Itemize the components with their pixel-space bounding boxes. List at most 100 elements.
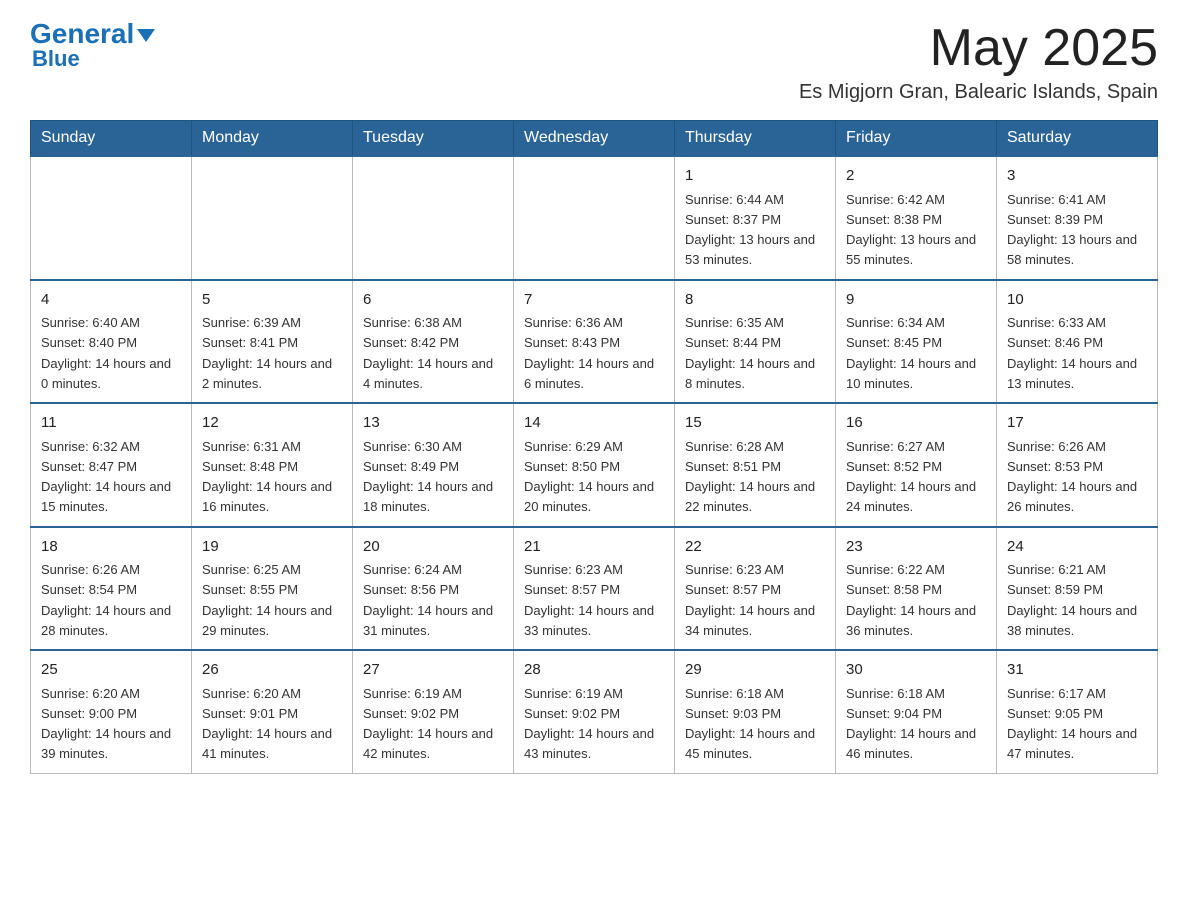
table-row: 23Sunrise: 6:22 AMSunset: 8:58 PMDayligh…	[836, 527, 997, 651]
logo-triangle-icon	[137, 29, 155, 42]
table-row: 2 Sunrise: 6:42 AMSunset: 8:38 PMDaylight…	[836, 156, 997, 280]
day-info: Sunrise: 6:38 AMSunset: 8:42 PMDaylight:…	[363, 315, 493, 391]
table-row: 31 Sunrise: 6:17 AMSunset: 9:05 PMDayligh…	[997, 650, 1158, 773]
day-info: Sunrise: 6:23 AMSunset: 8:57 PMDaylight:…	[524, 562, 654, 638]
day-number: 27	[363, 659, 503, 682]
table-row: 18 Sunrise: 6:26 AMSunset: 8:54 PMDayligh…	[31, 527, 192, 651]
table-row: 7 Sunrise: 6:36 AMSunset: 8:43 PMDaylight…	[514, 280, 675, 404]
table-row: 30 Sunrise: 6:18 AMSunset: 9:04 PMDayligh…	[836, 650, 997, 773]
day-info: Sunrise: 6:36 AMSunset: 8:43 PMDaylight:…	[524, 315, 654, 391]
day-number: 9	[846, 289, 986, 312]
day-number: 7	[524, 289, 664, 312]
calendar-week-row: 25Sunrise: 6:20 AMSunset: 9:00 PMDayligh…	[31, 650, 1158, 773]
header-sunday: Sunday	[31, 121, 192, 157]
weekday-header-row: Sunday Monday Tuesday Wednesday Thursday…	[31, 121, 1158, 157]
table-row: 4 Sunrise: 6:40 AMSunset: 8:40 PMDaylight…	[31, 280, 192, 404]
day-number: 13	[363, 412, 503, 435]
day-number: 5	[202, 289, 342, 312]
day-info: Sunrise: 6:26 AMSunset: 8:54 PMDaylight:…	[41, 562, 171, 638]
header-wednesday: Wednesday	[514, 121, 675, 157]
day-info: Sunrise: 6:42 AMSunset: 8:38 PMDaylight:…	[846, 192, 976, 268]
table-row: 14 Sunrise: 6:29 AMSunset: 8:50 PMDayligh…	[514, 403, 675, 527]
day-number: 1	[685, 165, 825, 188]
day-number: 16	[846, 412, 986, 435]
day-number: 22	[685, 536, 825, 559]
day-number: 28	[524, 659, 664, 682]
day-info: Sunrise: 6:32 AMSunset: 8:47 PMDaylight:…	[41, 439, 171, 515]
day-info: Sunrise: 6:30 AMSunset: 8:49 PMDaylight:…	[363, 439, 493, 515]
table-row: 27 Sunrise: 6:19 AMSunset: 9:02 PMDayligh…	[353, 650, 514, 773]
table-row	[192, 156, 353, 280]
table-row: 17 Sunrise: 6:26 AMSunset: 8:53 PMDayligh…	[997, 403, 1158, 527]
table-row	[31, 156, 192, 280]
table-row: 13 Sunrise: 6:30 AMSunset: 8:49 PMDayligh…	[353, 403, 514, 527]
table-row: 22 Sunrise: 6:23 AMSunset: 8:57 PMDayligh…	[675, 527, 836, 651]
day-info: Sunrise: 6:22 AMSunset: 8:58 PMDaylight:…	[846, 562, 976, 638]
day-info: Sunrise: 6:19 AMSunset: 9:02 PMDaylight:…	[524, 686, 654, 762]
table-row: 3Sunrise: 6:41 AMSunset: 8:39 PMDaylight…	[997, 156, 1158, 280]
table-row: 5 Sunrise: 6:39 AMSunset: 8:41 PMDaylight…	[192, 280, 353, 404]
day-info: Sunrise: 6:20 AMSunset: 9:01 PMDaylight:…	[202, 686, 332, 762]
day-number: 6	[363, 289, 503, 312]
location-subtitle: Es Migjorn Gran, Balearic Islands, Spain	[799, 81, 1158, 104]
header-monday: Monday	[192, 121, 353, 157]
table-row	[353, 156, 514, 280]
table-row: 26Sunrise: 6:20 AMSunset: 9:01 PMDayligh…	[192, 650, 353, 773]
calendar-week-row: 11 Sunrise: 6:32 AMSunset: 8:47 PMDayligh…	[31, 403, 1158, 527]
calendar-table: Sunday Monday Tuesday Wednesday Thursday…	[30, 120, 1158, 774]
header-saturday: Saturday	[997, 121, 1158, 157]
day-info: Sunrise: 6:39 AMSunset: 8:41 PMDaylight:…	[202, 315, 332, 391]
table-row: 8 Sunrise: 6:35 AMSunset: 8:44 PMDaylight…	[675, 280, 836, 404]
header-tuesday: Tuesday	[353, 121, 514, 157]
table-row: 11 Sunrise: 6:32 AMSunset: 8:47 PMDayligh…	[31, 403, 192, 527]
table-row: 1 Sunrise: 6:44 AMSunset: 8:37 PMDaylight…	[675, 156, 836, 280]
day-info: Sunrise: 6:44 AMSunset: 8:37 PMDaylight:…	[685, 192, 815, 268]
table-row	[514, 156, 675, 280]
day-number: 14	[524, 412, 664, 435]
day-info: Sunrise: 6:40 AMSunset: 8:40 PMDaylight:…	[41, 315, 171, 391]
day-number: 31	[1007, 659, 1147, 682]
day-number: 21	[524, 536, 664, 559]
day-info: Sunrise: 6:23 AMSunset: 8:57 PMDaylight:…	[685, 562, 815, 638]
day-info: Sunrise: 6:29 AMSunset: 8:50 PMDaylight:…	[524, 439, 654, 515]
calendar-week-row: 1 Sunrise: 6:44 AMSunset: 8:37 PMDaylight…	[31, 156, 1158, 280]
header-friday: Friday	[836, 121, 997, 157]
day-info: Sunrise: 6:20 AMSunset: 9:00 PMDaylight:…	[41, 686, 171, 762]
day-info: Sunrise: 6:17 AMSunset: 9:05 PMDaylight:…	[1007, 686, 1137, 762]
day-info: Sunrise: 6:34 AMSunset: 8:45 PMDaylight:…	[846, 315, 976, 391]
table-row: 25Sunrise: 6:20 AMSunset: 9:00 PMDayligh…	[31, 650, 192, 773]
day-number: 24	[1007, 536, 1147, 559]
day-number: 17	[1007, 412, 1147, 435]
day-number: 8	[685, 289, 825, 312]
table-row: 21 Sunrise: 6:23 AMSunset: 8:57 PMDayligh…	[514, 527, 675, 651]
day-number: 11	[41, 412, 181, 435]
day-number: 19	[202, 536, 342, 559]
logo: General Blue	[30, 20, 155, 72]
day-number: 4	[41, 289, 181, 312]
table-row: 28 Sunrise: 6:19 AMSunset: 9:02 PMDayligh…	[514, 650, 675, 773]
day-info: Sunrise: 6:31 AMSunset: 8:48 PMDaylight:…	[202, 439, 332, 515]
header-thursday: Thursday	[675, 121, 836, 157]
table-row: 20 Sunrise: 6:24 AMSunset: 8:56 PMDayligh…	[353, 527, 514, 651]
day-info: Sunrise: 6:33 AMSunset: 8:46 PMDaylight:…	[1007, 315, 1137, 391]
day-number: 18	[41, 536, 181, 559]
day-info: Sunrise: 6:19 AMSunset: 9:02 PMDaylight:…	[363, 686, 493, 762]
day-info: Sunrise: 6:24 AMSunset: 8:56 PMDaylight:…	[363, 562, 493, 638]
day-number: 15	[685, 412, 825, 435]
table-row: 6 Sunrise: 6:38 AMSunset: 8:42 PMDaylight…	[353, 280, 514, 404]
day-number: 20	[363, 536, 503, 559]
day-info: Sunrise: 6:21 AMSunset: 8:59 PMDaylight:…	[1007, 562, 1137, 638]
day-number: 30	[846, 659, 986, 682]
month-year-title: May 2025	[799, 20, 1158, 77]
day-number: 3	[1007, 165, 1147, 188]
table-row: 9 Sunrise: 6:34 AMSunset: 8:45 PMDaylight…	[836, 280, 997, 404]
day-info: Sunrise: 6:27 AMSunset: 8:52 PMDaylight:…	[846, 439, 976, 515]
day-info: Sunrise: 6:35 AMSunset: 8:44 PMDaylight:…	[685, 315, 815, 391]
day-info: Sunrise: 6:26 AMSunset: 8:53 PMDaylight:…	[1007, 439, 1137, 515]
day-number: 29	[685, 659, 825, 682]
table-row: 24 Sunrise: 6:21 AMSunset: 8:59 PMDayligh…	[997, 527, 1158, 651]
calendar-week-row: 18 Sunrise: 6:26 AMSunset: 8:54 PMDayligh…	[31, 527, 1158, 651]
table-row: 12Sunrise: 6:31 AMSunset: 8:48 PMDayligh…	[192, 403, 353, 527]
day-number: 2	[846, 165, 986, 188]
day-info: Sunrise: 6:18 AMSunset: 9:04 PMDaylight:…	[846, 686, 976, 762]
